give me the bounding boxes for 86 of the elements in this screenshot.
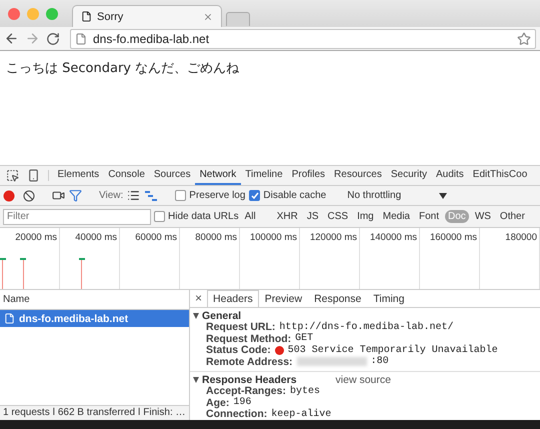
check-icon (250, 192, 259, 200)
list-icon[interactable] (127, 189, 140, 202)
header-value: GET (295, 333, 314, 344)
header-name: Status Code: (206, 344, 271, 356)
device-icon[interactable] (27, 169, 40, 182)
page-icon (75, 32, 87, 44)
type-filter[interactable]: WS (472, 210, 494, 223)
reload-icon[interactable] (46, 32, 60, 46)
checkbox[interactable]: Hide data URLs (154, 211, 239, 222)
header-name: Request URL: (206, 321, 276, 334)
close-window-button[interactable] (8, 8, 20, 20)
panel-tab[interactable]: Audits (431, 166, 468, 185)
type-filter[interactable]: Other (496, 210, 528, 223)
panel-tab[interactable]: EditThisCoo (468, 166, 532, 185)
document-icon (4, 313, 15, 324)
waterfall-icon[interactable] (144, 190, 158, 200)
header-value: :80 (370, 356, 389, 368)
view-source-link[interactable]: view source (336, 374, 391, 386)
tick-label: 140000 ms (370, 232, 417, 243)
close-icon[interactable] (203, 12, 213, 22)
type-filter[interactable]: JS (304, 210, 322, 223)
header-name: Connection: (206, 408, 268, 420)
checkbox[interactable]: Preserve log (175, 190, 246, 201)
checkbox[interactable]: Disable cache (249, 190, 326, 201)
section-title: Response Headers (202, 374, 297, 386)
tick-label: 100000 ms (250, 232, 297, 243)
column-header: Name (3, 294, 30, 305)
clear-icon[interactable] (23, 190, 35, 202)
expand-triangle-icon[interactable] (193, 312, 199, 319)
panel-tab[interactable]: Security (386, 166, 432, 185)
type-filter[interactable]: CSS (324, 210, 352, 223)
type-filter[interactable]: Img (354, 210, 377, 223)
address-bar[interactable]: dns-fo.mediba-lab.net (70, 28, 536, 48)
marker-line (2, 258, 3, 289)
filter-icon[interactable] (69, 189, 82, 202)
header-value: bytes (290, 386, 320, 397)
header-value: http://dns-fo.mediba-lab.net/ (279, 322, 454, 333)
star-icon[interactable] (517, 32, 531, 46)
detail-tab[interactable]: Response (308, 290, 368, 307)
type-filter[interactable]: XHR (274, 210, 301, 223)
throttling-dropdown[interactable]: No throttling (343, 190, 452, 201)
type-filter[interactable]: Media (380, 210, 413, 223)
section-title: General (202, 310, 242, 322)
camera-icon[interactable] (52, 189, 65, 202)
record-icon[interactable] (3, 190, 15, 202)
header-value: 503 Service Temporarily Unavailable (288, 344, 498, 356)
browser-tab[interactable]: Sorry (72, 5, 222, 27)
tick-label: 160000 ms (430, 232, 477, 243)
detail-tab[interactable]: Timing (367, 290, 410, 307)
expand-triangle-icon[interactable] (193, 376, 199, 382)
tick-label: 180000 (505, 232, 537, 243)
panel-tab[interactable]: Resources (330, 166, 386, 185)
page-icon (81, 11, 92, 22)
blurred-address (296, 357, 367, 366)
panel-tab[interactable]: Console (104, 166, 150, 185)
marker-line (23, 258, 24, 289)
caret-icon (439, 192, 448, 198)
type-filter[interactable]: Font (416, 210, 442, 223)
detail-tab[interactable]: Headers (207, 290, 259, 307)
header-name: Accept-Ranges: (206, 385, 286, 398)
header-name: Age: (206, 396, 230, 409)
filter-field[interactable]: Filter (3, 208, 151, 224)
header-name: Remote Address: (206, 356, 293, 368)
tick-label: 60000 ms (135, 232, 177, 243)
detail-tab[interactable]: Preview (258, 290, 308, 307)
back-icon[interactable] (4, 31, 19, 46)
summary-text: 1 requests ǀ 662 B transferred ǀ Finish: … (3, 407, 186, 418)
request-row[interactable]: dns-fo.mediba-lab.net (0, 310, 189, 327)
header-value: keep-alive (271, 408, 332, 420)
panel-tab[interactable]: Profiles (287, 166, 330, 185)
type-filter[interactable]: All (242, 210, 259, 223)
tick-label: 80000 ms (195, 232, 237, 243)
header-name: Request Method: (206, 332, 292, 345)
panel-tab[interactable]: Elements (53, 166, 104, 185)
page-text: こっちは Secondary なんだ、ごめんね (6, 61, 240, 76)
status-dot (274, 346, 284, 355)
header-value: 196 (233, 397, 252, 408)
tick-label: 40000 ms (75, 232, 117, 243)
tick-label: 20000 ms (15, 232, 57, 243)
marker-line (81, 258, 82, 289)
tick-label: 120000 ms (310, 232, 357, 243)
inspect-icon[interactable] (6, 169, 19, 182)
close-button[interactable]: × (190, 290, 208, 307)
panel-tab[interactable]: Sources (149, 166, 196, 185)
panel-tab[interactable]: Timeline (240, 166, 288, 185)
view-label: View: (99, 190, 124, 201)
